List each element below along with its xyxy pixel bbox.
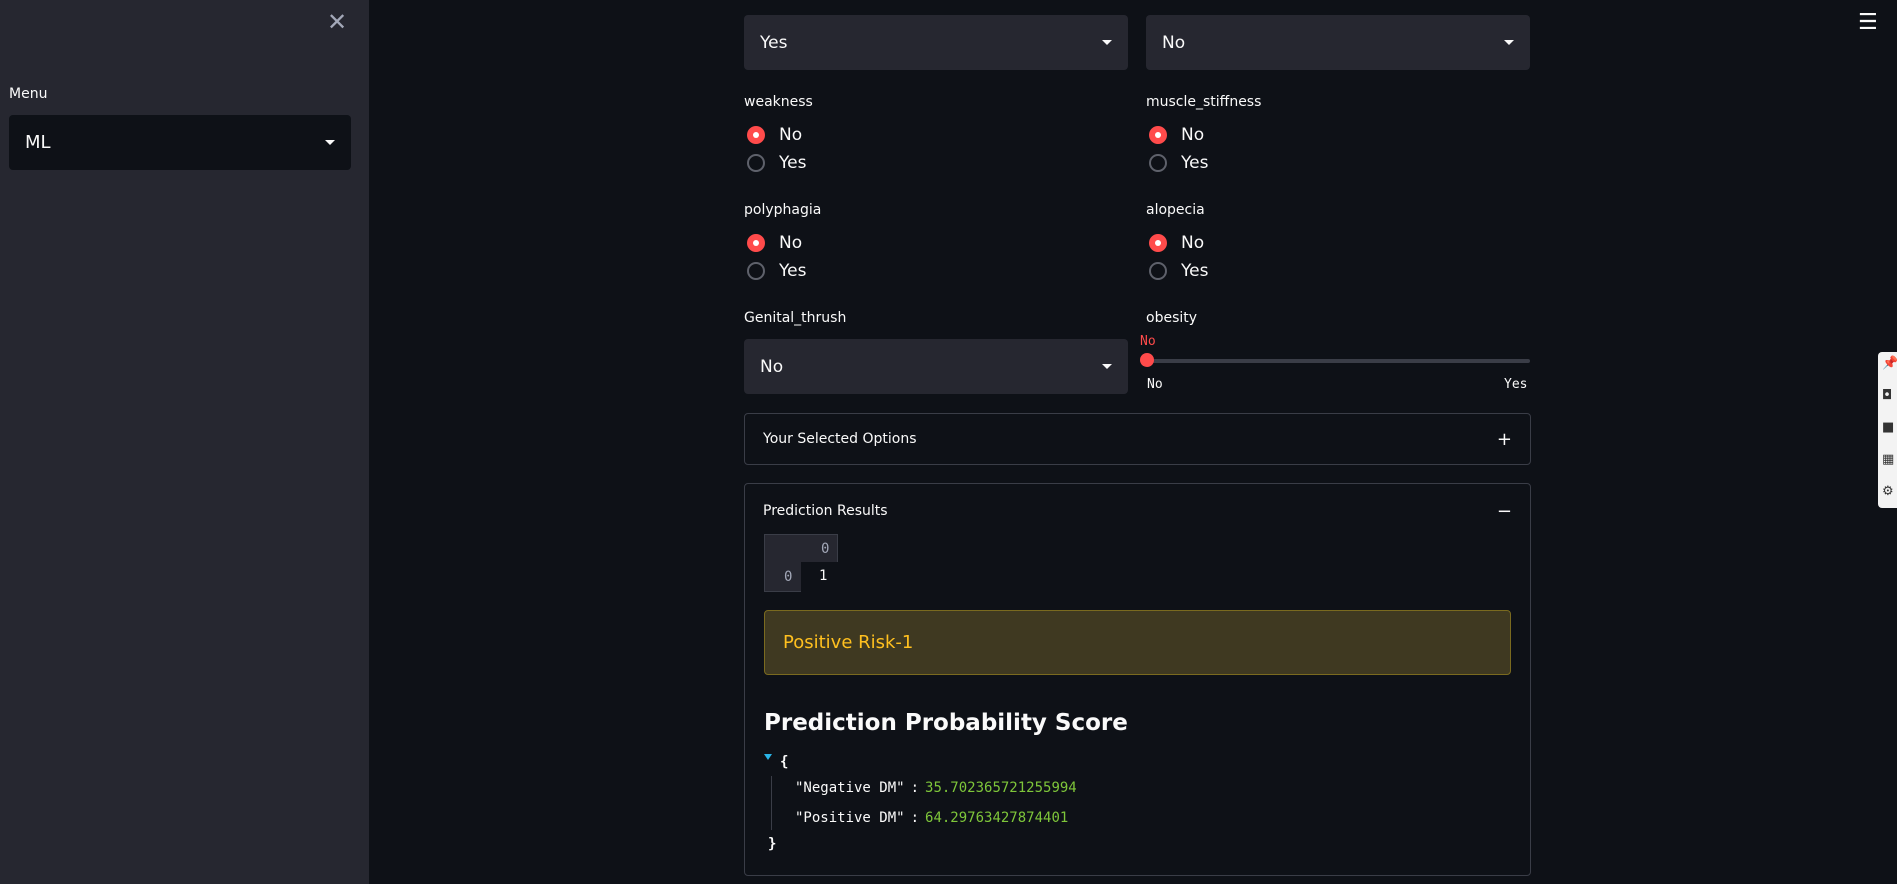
json-row-positive: "Positive DM":64.29763427874401 [795,810,1069,826]
chevron-down-icon [1102,40,1112,45]
muscle-stiffness-option-yes[interactable]: Yes [1149,153,1208,173]
radio-label: No [1181,125,1205,145]
radio-checked-icon [747,234,765,252]
record-icon[interactable]: ■ [1882,420,1897,436]
expand-icon: + [1496,428,1512,450]
obesity-slider-thumb[interactable] [1140,353,1154,367]
obesity-slider-value: No [1140,334,1156,349]
chevron-down-icon [325,140,335,145]
obesity-slider-track[interactable] [1147,359,1530,363]
dataframe-row-index: 0 [784,569,793,585]
menu-label: Menu [9,86,48,102]
obesity-label: obesity [1146,310,1198,326]
risk-alert: Positive Risk-1 [764,610,1511,675]
selected-options-header[interactable]: Your Selected Options + [745,414,1530,464]
sidebar: ✕ Menu ML [0,0,369,884]
top-right-select[interactable]: No [1146,15,1530,70]
chevron-down-icon [1102,364,1112,369]
selected-options-title: Your Selected Options [763,431,917,447]
prediction-results-title: Prediction Results [763,503,888,519]
collapse-triangle-icon[interactable] [764,754,772,760]
radio-label: No [779,233,803,253]
weakness-label: weakness [744,94,813,110]
radio-unchecked-icon [1149,154,1167,172]
alopecia-option-no[interactable]: No [1149,233,1204,253]
chevron-down-icon [1504,40,1514,45]
polyphagia-option-no[interactable]: No [747,233,802,253]
muscle-stiffness-option-no[interactable]: No [1149,125,1204,145]
weakness-option-no[interactable]: No [747,125,802,145]
weakness-option-yes[interactable]: Yes [747,153,806,173]
floating-toolbar: 📌 ◘ ■ ▦ ⚙ [1878,352,1897,508]
settings-icon[interactable]: ⚙ [1882,484,1897,500]
camera-icon[interactable]: ◘ [1882,388,1897,404]
genital-thrush-select[interactable]: No [744,339,1128,394]
alopecia-option-yes[interactable]: Yes [1149,261,1208,281]
genital-thrush-select-value: No [760,356,784,377]
json-close-brace: } [768,836,777,852]
top-left-select[interactable]: Yes [744,15,1128,70]
probability-score-heading: Prediction Probability Score [764,710,1128,736]
radio-checked-icon [1149,126,1167,144]
dataframe-cell[interactable]: 1 [801,562,838,592]
json-value: 35.702365721255994 [925,780,1077,796]
prediction-results-header[interactable]: Prediction Results − [745,484,1530,538]
json-key: "Positive DM" [795,810,905,826]
dataframe-column-header: 0 [821,541,830,557]
gallery-icon[interactable]: ▦ [1882,452,1897,468]
polyphagia-option-yes[interactable]: Yes [747,261,806,281]
radio-checked-icon [747,126,765,144]
menu-select-value: ML [25,132,51,153]
json-open-brace: { [780,754,789,770]
muscle-stiffness-label: muscle_stiffness [1146,94,1262,110]
radio-label: Yes [779,261,807,281]
selected-options-expander: Your Selected Options + [744,413,1531,465]
radio-checked-icon [1149,234,1167,252]
genital-thrush-label: Genital_thrush [744,310,847,326]
radio-unchecked-icon [747,154,765,172]
alopecia-label: alopecia [1146,202,1205,218]
obesity-slider-min: No [1147,377,1163,392]
hamburger-icon[interactable]: ☰ [1858,12,1878,34]
obesity-slider-max: Yes [1504,377,1528,392]
menu-select[interactable]: ML [9,115,351,170]
close-icon[interactable]: ✕ [326,10,348,34]
json-value: 64.29763427874401 [925,810,1069,826]
radio-label: Yes [1181,153,1209,173]
radio-label: No [779,125,803,145]
risk-alert-text: Positive Risk-1 [783,632,914,653]
polyphagia-label: polyphagia [744,202,822,218]
top-left-select-value: Yes [760,32,788,53]
prediction-results-expander: Prediction Results − 0 0 1 Positive Risk… [744,483,1531,876]
json-indent-rail [771,776,772,830]
radio-unchecked-icon [747,262,765,280]
prediction-dataframe[interactable]: 0 0 1 [764,534,838,592]
dataframe-cell-value: 1 [819,568,828,584]
pin-icon[interactable]: 📌 [1882,356,1897,372]
json-key: "Negative DM" [795,780,905,796]
radio-label: Yes [1181,261,1209,281]
radio-label: No [1181,233,1205,253]
json-row-negative: "Negative DM":35.702365721255994 [795,780,1077,796]
radio-label: Yes [779,153,807,173]
collapse-icon: − [1496,500,1512,522]
top-right-select-value: No [1162,32,1186,53]
radio-unchecked-icon [1149,262,1167,280]
